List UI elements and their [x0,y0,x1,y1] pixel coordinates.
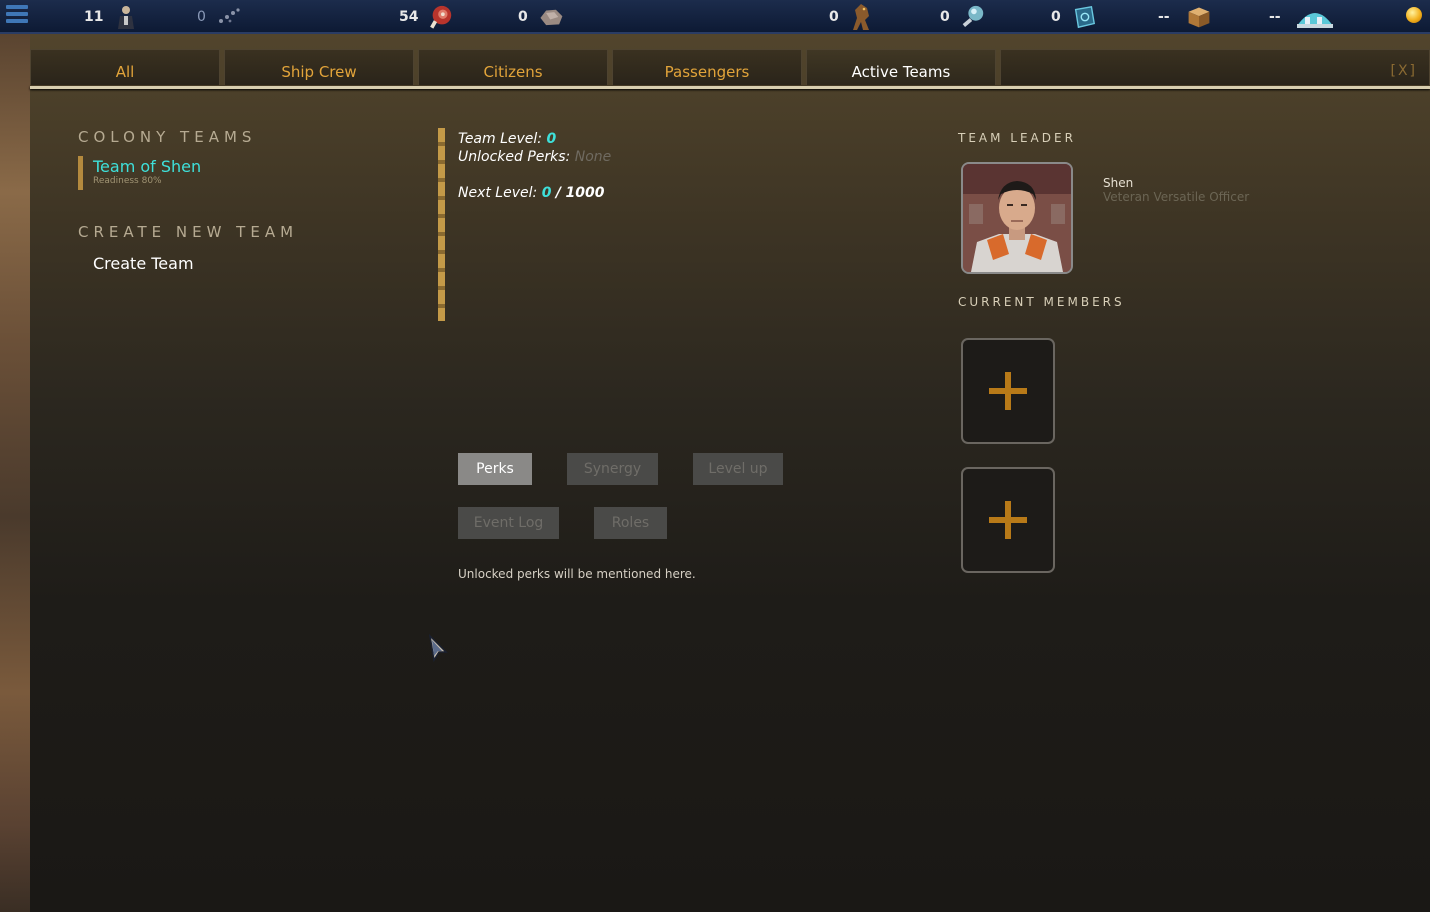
unlocked-perks-label: Unlocked Perks: [458,149,571,165]
background-landscape [0,34,30,912]
crystal-icon [960,4,986,30]
resource-value: 0 [940,9,950,25]
team-level-value: 0 [546,131,557,147]
unlocked-perks-row: Unlocked Perks: None [458,149,611,165]
tab-active-teams[interactable]: Active Teams [806,49,996,85]
tab-divider [30,86,1430,89]
add-member-slot[interactable] [961,338,1055,444]
plus-icon [989,501,1027,539]
current-members-title: CURRENT MEMBERS [958,295,1125,309]
next-level-label: Next Level: [458,185,538,201]
meat-icon [428,4,454,30]
tab-passengers[interactable]: Passengers [612,49,802,85]
menu-icon[interactable] [6,5,28,25]
resource-value: 0 [518,9,528,25]
tab-bar-filler: [X] [1000,49,1430,85]
next-level-separator: / [555,185,562,201]
resource-value: 0 [1051,9,1061,25]
teams-panel: All Ship Crew Citizens Passengers Active… [30,34,1430,912]
resource-value: 0 [829,9,839,25]
synergy-button[interactable]: Synergy [567,453,658,485]
tab-citizens[interactable]: Citizens [418,49,608,85]
fragments-icon [216,4,242,30]
resource-blueprint: 0 [1051,0,1097,34]
team-level-label: Team Level: [458,131,543,147]
next-level-row: Next Level: 0 / 1000 [458,185,604,201]
resource-habitat: -- [1269,0,1335,34]
team-readiness: Readiness 80% [93,176,162,186]
mouse-cursor-icon [428,634,448,663]
resource-value: -- [1158,9,1170,25]
create-new-team-title: CREATE NEW TEAM [78,223,299,241]
unlocked-perks-value: None [574,149,612,165]
resource-meat: 54 [399,0,454,34]
officer-icon [113,4,139,30]
team-level-row: Team Level: 0 [458,131,556,147]
resource-value: 0 [197,9,206,25]
team-info-divider [438,128,445,321]
resource-fragments: 0 [197,0,242,34]
next-level-target: 1000 [565,185,605,201]
tab-bar: All Ship Crew Citizens Passengers Active… [30,49,1430,87]
team-name: Team of Shen [93,157,202,176]
resource-crystal: 0 [940,0,986,34]
currency-coin-icon [1406,7,1422,23]
plus-icon [989,372,1027,410]
roles-button[interactable]: Roles [594,507,667,539]
level-up-button[interactable]: Level up [693,453,783,485]
close-button[interactable]: [X] [1390,63,1417,79]
perks-button[interactable]: Perks [458,453,532,485]
crate-icon [1186,4,1212,30]
resource-value: 11 [84,9,104,25]
resource-officers: 11 [84,0,139,34]
perk-note: Unlocked perks will be mentioned here. [458,567,696,581]
tab-all[interactable]: All [30,49,220,85]
resource-ore: 0 [518,0,564,34]
leader-name: Shen [1103,176,1134,190]
leader-role: Veteran Versatile Officer [1103,190,1250,204]
resource-bar: 11 0 54 0 0 0 0 -- -- [0,0,1430,34]
event-log-button[interactable]: Event Log [458,507,559,539]
next-level-current: 0 [541,185,552,201]
resource-value: -- [1269,9,1281,25]
creature-icon [849,4,875,30]
create-team-button[interactable]: Create Team [93,254,194,273]
ore-icon [538,4,564,30]
resource-value: 54 [399,9,419,25]
habitat-icon [1295,4,1335,30]
leader-portrait[interactable] [961,162,1073,274]
resource-crate: -- [1158,0,1212,34]
colony-teams-title: COLONY TEAMS [78,128,257,146]
blueprint-icon [1071,4,1097,30]
team-list-item[interactable]: Team of Shen Readiness 80% [78,156,201,190]
add-member-slot[interactable] [961,467,1055,573]
team-leader-title: TEAM LEADER [958,131,1076,145]
tab-ship-crew[interactable]: Ship Crew [224,49,414,85]
resource-creature: 0 [829,0,875,34]
